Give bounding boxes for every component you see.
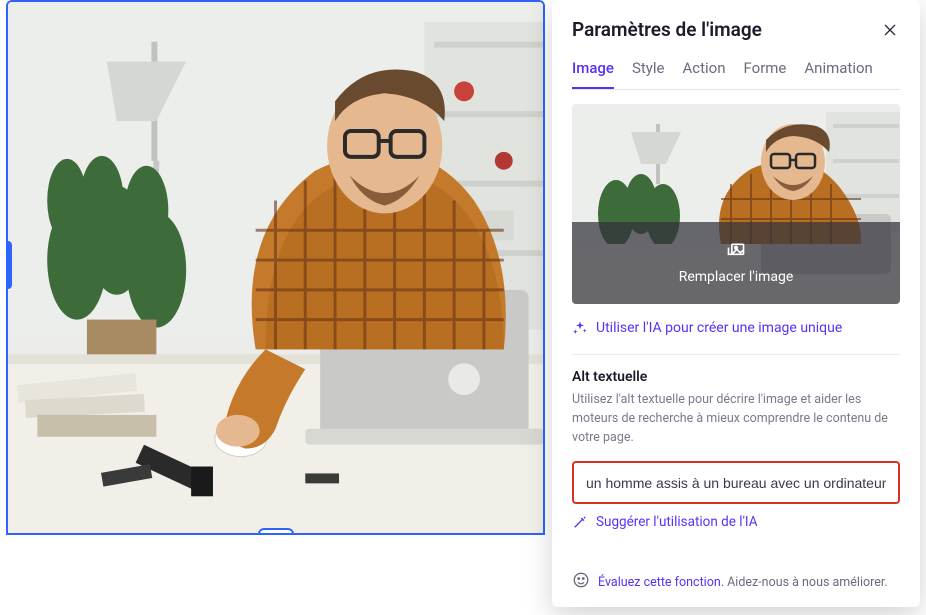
smiley-icon bbox=[572, 571, 590, 593]
replace-image-label: Remplacer l'image bbox=[679, 269, 794, 285]
tab-bar: Image Style Action Forme Animation bbox=[572, 59, 900, 90]
replace-image-overlay: Remplacer l'image bbox=[572, 222, 900, 304]
replace-image-button[interactable]: Remplacer l'image bbox=[572, 104, 900, 304]
close-button[interactable] bbox=[880, 20, 900, 40]
sparkles-icon bbox=[572, 320, 588, 336]
alt-text-input[interactable] bbox=[586, 475, 886, 491]
tab-style[interactable]: Style bbox=[632, 59, 665, 89]
tab-shape[interactable]: Forme bbox=[744, 59, 787, 89]
editor-canvas bbox=[0, 0, 545, 615]
panel-title: Paramètres de l'image bbox=[572, 18, 762, 41]
image-stack-icon bbox=[726, 241, 746, 261]
alt-section-help: Utilisez l'alt textuelle pour décrire l'… bbox=[572, 391, 900, 447]
selected-image bbox=[8, 2, 543, 533]
tab-animation[interactable]: Animation bbox=[804, 59, 872, 89]
ai-suggest-alt-label: Suggérer l'utilisation de l'IA bbox=[596, 514, 758, 530]
magic-wand-icon bbox=[572, 514, 588, 530]
rate-feature-link[interactable]: Évaluez cette fonction. bbox=[598, 575, 724, 590]
tab-action[interactable]: Action bbox=[682, 59, 725, 89]
image-settings-panel: Paramètres de l'image Image Style Action… bbox=[552, 0, 920, 607]
divider bbox=[572, 354, 900, 355]
ai-suggest-alt-link[interactable]: Suggérer l'utilisation de l'IA bbox=[572, 514, 900, 530]
ai-create-image-label: Utiliser l'IA pour créer une image uniqu… bbox=[596, 320, 842, 336]
rate-feature-tail: Aidez-nous à nous améliorer. bbox=[724, 575, 888, 590]
rate-feature-row: Évaluez cette fonction. Aidez-nous à nou… bbox=[572, 555, 900, 593]
photo-illustration bbox=[8, 2, 543, 533]
tab-image[interactable]: Image bbox=[572, 59, 614, 89]
resize-handle-bottom[interactable] bbox=[258, 528, 294, 535]
alt-text-field-wrap bbox=[572, 461, 900, 504]
selected-image-frame[interactable] bbox=[6, 0, 545, 535]
alt-section-title: Alt textuelle bbox=[572, 369, 900, 385]
close-icon bbox=[882, 22, 898, 38]
ai-create-image-link[interactable]: Utiliser l'IA pour créer une image uniqu… bbox=[572, 320, 900, 336]
